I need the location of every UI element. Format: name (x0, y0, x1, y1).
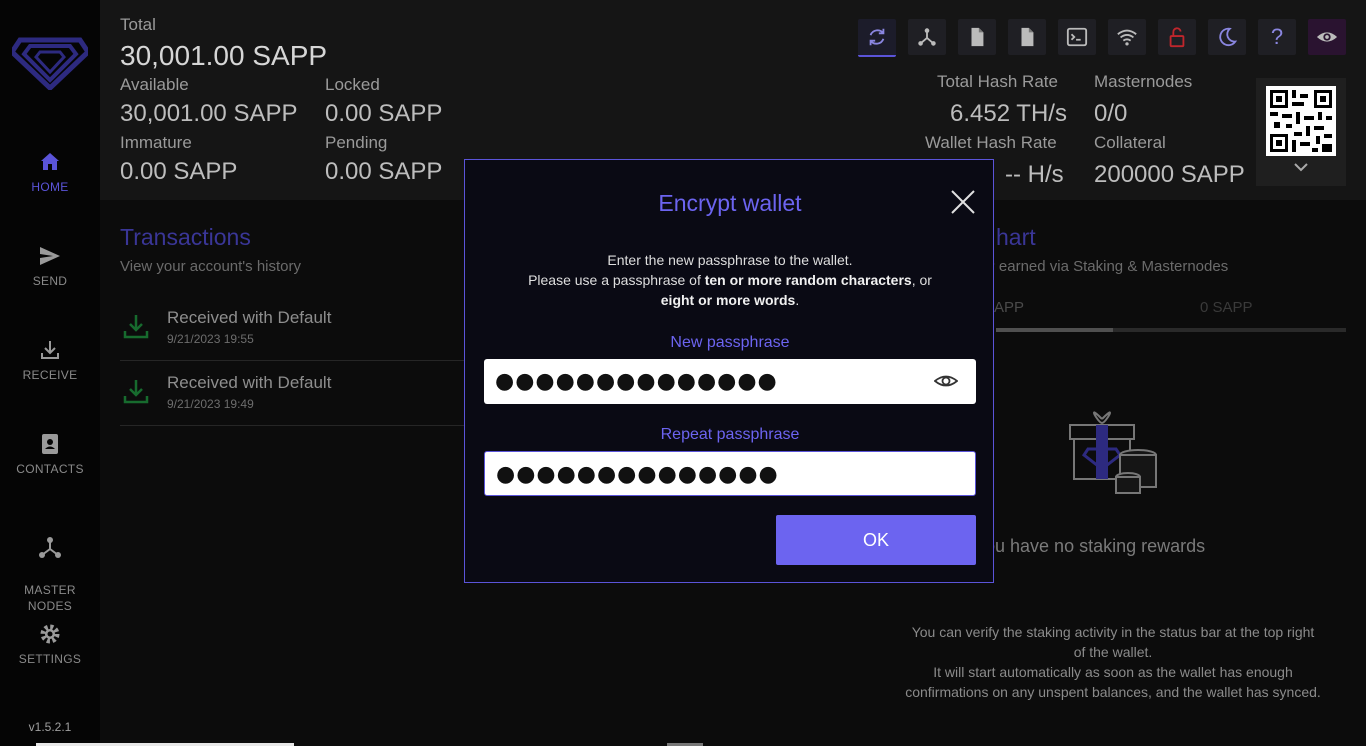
new-passphrase-label: New passphrase (670, 334, 790, 351)
new-passphrase-input[interactable]: ●●●●●●●●●●●●●● (484, 359, 976, 404)
close-icon[interactable] (950, 189, 976, 215)
repeat-passphrase-value: ●●●●●●●●●●●●●● (496, 462, 779, 487)
repeat-passphrase-input[interactable]: ●●●●●●●●●●●●●● (484, 451, 976, 496)
encrypt-wallet-dialog: Encrypt wallet Enter the new passphrase … (464, 159, 994, 583)
dialog-title: Encrypt wallet (658, 190, 802, 216)
eye-icon[interactable] (934, 369, 958, 393)
description-text: , or (911, 272, 932, 288)
dialog-description: Enter the new passphrase to the wallet. … (525, 250, 935, 310)
description-text: Please use a passphrase of (528, 272, 705, 288)
new-passphrase-value: ●●●●●●●●●●●●●● (495, 369, 778, 394)
description-bold-1: ten or more random characters (704, 272, 912, 288)
description-line-1: Enter the new passphrase to the wallet. (607, 252, 853, 268)
ok-button[interactable]: OK (776, 515, 976, 565)
description-text: . (795, 292, 800, 308)
description-bold-2: eight or more words (660, 292, 796, 308)
repeat-passphrase-label: Repeat passphrase (660, 426, 800, 443)
